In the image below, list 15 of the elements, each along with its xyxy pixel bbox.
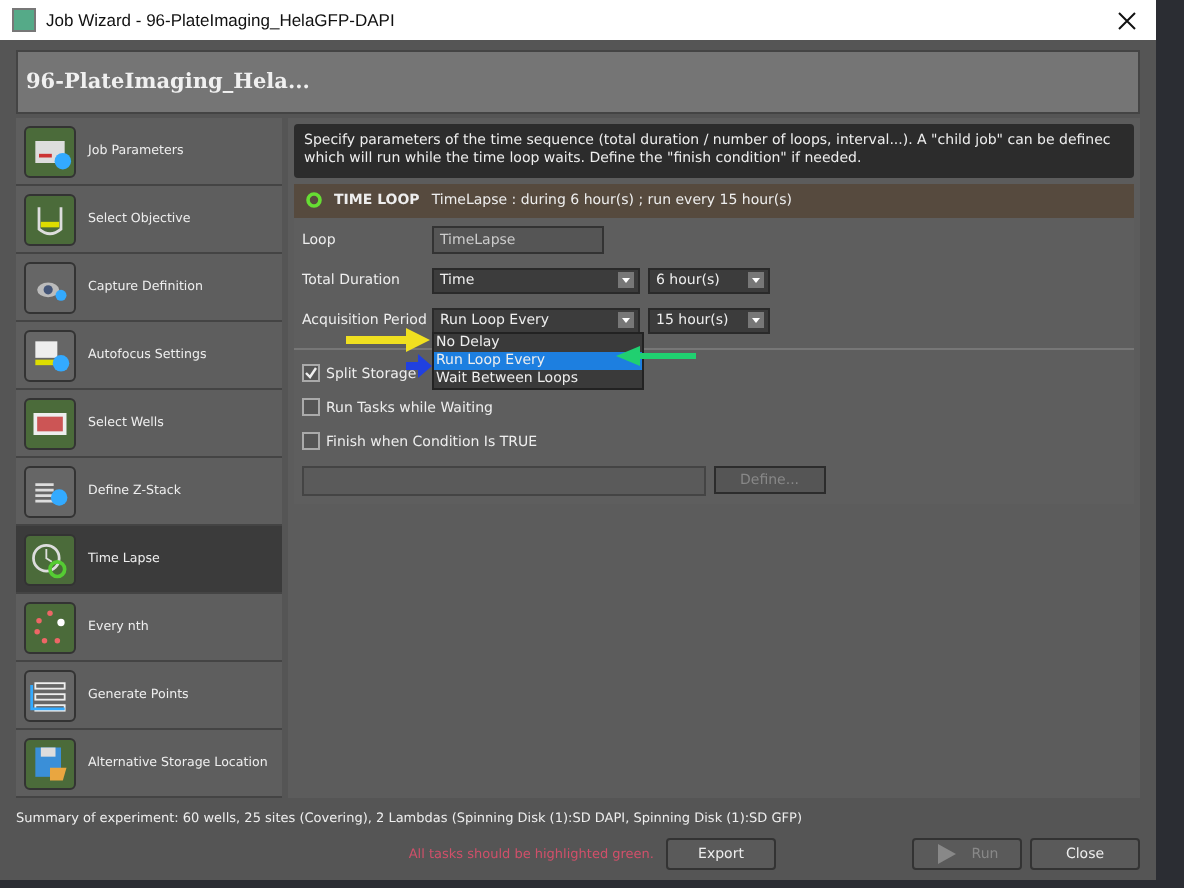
checkbox[interactable]: [302, 398, 320, 417]
condition-field[interactable]: [302, 465, 706, 496]
caret-icon: [748, 312, 764, 329]
app-icon: [12, 8, 36, 32]
arrow-icon: [616, 345, 696, 366]
checkbox[interactable]: [302, 364, 320, 383]
window-title: Job Wizard - 96-PlateImaging_HelaGFP-DAPI: [46, 10, 397, 30]
close-icon[interactable]: [1118, 11, 1136, 29]
play-icon: [935, 844, 956, 864]
checkbox[interactable]: [302, 432, 320, 451]
job-title: 96-PlateImaging_Hela...: [16, 50, 1140, 114]
caret-icon: [618, 272, 634, 289]
caret-icon: [618, 312, 634, 329]
loop-icon: [306, 192, 322, 209]
caret-icon: [748, 272, 764, 289]
